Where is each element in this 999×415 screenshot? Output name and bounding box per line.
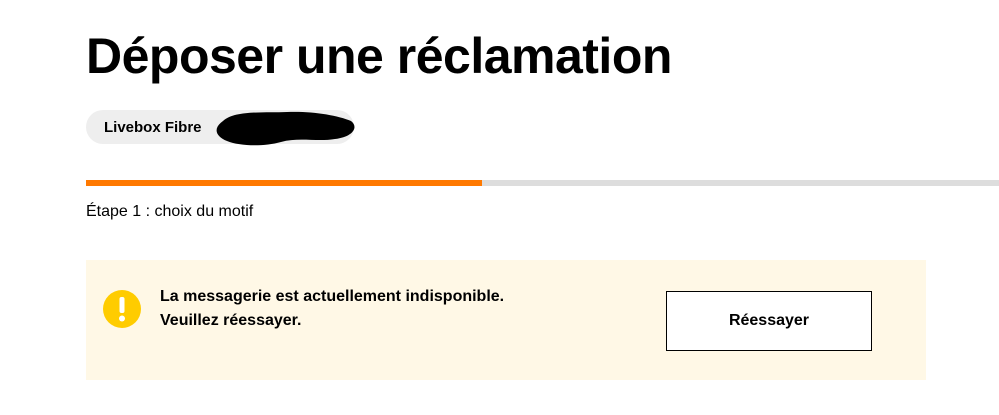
progress-bar	[86, 180, 999, 186]
warning-exclamation-icon	[103, 290, 141, 328]
retry-button[interactable]: Réessayer	[666, 291, 872, 351]
alert-message: La messagerie est actuellement indisponi…	[160, 285, 504, 333]
alert-banner: La messagerie est actuellement indisponi…	[86, 260, 926, 380]
step-label: Étape 1 : choix du motif	[86, 203, 254, 220]
alert-message-line-1: La messagerie est actuellement indisponi…	[160, 288, 505, 305]
product-chip-label: Livebox Fibre	[104, 118, 202, 136]
alert-message-line-2: Veuillez réessayer.	[160, 312, 302, 329]
progress-bar-fill	[86, 180, 482, 186]
page-title: Déposer une réclamation	[86, 28, 672, 84]
redaction-scribble	[216, 111, 355, 146]
